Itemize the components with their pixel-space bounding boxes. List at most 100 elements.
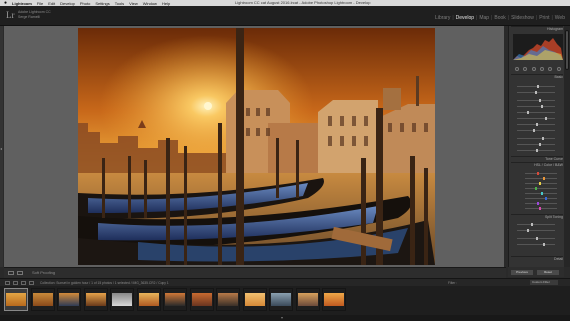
graduated-filter-icon[interactable] bbox=[540, 66, 545, 71]
filmstrip-thumbnail[interactable] bbox=[242, 288, 267, 311]
thumbnail-image bbox=[218, 293, 238, 306]
expand-left-panel-icon[interactable]: ◂ bbox=[0, 146, 2, 151]
identity-bar: Lr Adobe Lightroom CC Serge Ramelli Libr… bbox=[0, 6, 570, 26]
lightroom-logo: Lr bbox=[6, 10, 15, 20]
forward-arrow-icon[interactable] bbox=[29, 281, 34, 285]
slider-highlights-hue[interactable] bbox=[517, 223, 555, 226]
slider-whites[interactable] bbox=[517, 123, 555, 126]
crop-tool-icon[interactable] bbox=[515, 66, 520, 71]
previous-button[interactable]: Previous bbox=[511, 270, 533, 275]
slider-vibrance[interactable] bbox=[517, 143, 555, 146]
bottom-edge: ▾ bbox=[0, 315, 570, 321]
slider-highlights-sat[interactable] bbox=[517, 229, 555, 232]
slider-tint[interactable] bbox=[517, 91, 555, 94]
panel-header-basic[interactable]: Basic bbox=[511, 74, 563, 79]
thumbnail-image bbox=[59, 293, 79, 306]
filmstrip-thumbnail[interactable] bbox=[4, 288, 28, 311]
grid-view-icon[interactable] bbox=[13, 281, 18, 285]
menu-edit[interactable]: Edit bbox=[48, 1, 55, 6]
left-panel-collapsed[interactable]: ◂ bbox=[0, 26, 3, 267]
filmstrip-thumbnail[interactable] bbox=[136, 288, 161, 311]
menu-tools[interactable]: Tools bbox=[115, 1, 124, 6]
identity-line-2: Serge Ramelli bbox=[18, 15, 40, 19]
panel-header-tone-curve[interactable]: Tone Curve bbox=[511, 156, 563, 161]
reset-button[interactable]: Reset bbox=[537, 270, 559, 275]
menu-settings[interactable]: Settings bbox=[95, 1, 109, 6]
menu-app-name[interactable]: Lightroom bbox=[12, 1, 32, 6]
adjustment-brush-icon[interactable] bbox=[556, 66, 561, 71]
thumbnail-image bbox=[85, 293, 106, 306]
loupe-view-icon[interactable] bbox=[8, 271, 14, 275]
filmstrip-thumbnail[interactable] bbox=[57, 288, 81, 311]
module-book[interactable]: Book bbox=[494, 15, 505, 21]
slider-clarity[interactable] bbox=[517, 137, 555, 140]
module-map[interactable]: Map bbox=[479, 15, 489, 21]
before-after-icon[interactable] bbox=[17, 271, 23, 275]
source-breadcrumb[interactable]: Collection: Sunset in golden hour / 1 of… bbox=[40, 281, 169, 285]
menu-window[interactable]: Window bbox=[143, 1, 157, 6]
panel-header-histogram[interactable]: Histogram bbox=[511, 26, 563, 31]
radial-filter-icon[interactable] bbox=[548, 66, 553, 71]
slider-shadows-hue[interactable] bbox=[517, 243, 555, 246]
module-web[interactable]: Web bbox=[555, 15, 565, 21]
panel-header-detail[interactable]: Detail bbox=[511, 256, 563, 261]
module-slideshow[interactable]: Slideshow bbox=[511, 15, 534, 21]
histogram[interactable] bbox=[513, 34, 563, 60]
secondary-display-icon[interactable] bbox=[5, 281, 10, 285]
thumbnail-image bbox=[324, 293, 344, 306]
filmstrip-thumbnail[interactable] bbox=[83, 288, 108, 311]
tool-strip bbox=[513, 66, 563, 71]
filmstrip-thumbnail[interactable] bbox=[216, 288, 240, 311]
module-library[interactable]: Library bbox=[435, 15, 450, 21]
filter-dropdown[interactable]: Custom Filter bbox=[530, 280, 558, 285]
slider-saturation[interactable] bbox=[517, 149, 555, 152]
filmstrip-thumbnail[interactable] bbox=[322, 288, 346, 311]
main-photo[interactable] bbox=[78, 28, 435, 265]
thumbnail-image bbox=[165, 293, 185, 306]
filter-label: Filter : bbox=[448, 281, 458, 285]
slider-shadows[interactable] bbox=[517, 117, 555, 120]
red-eye-icon[interactable] bbox=[531, 66, 536, 71]
thumbnail-image bbox=[32, 293, 53, 306]
menu-view[interactable]: View bbox=[129, 1, 138, 6]
window-title: Lightroom CC cat August 2016.lrcat - Ado… bbox=[235, 0, 371, 5]
slider-highlights[interactable] bbox=[517, 111, 555, 114]
slider-balance[interactable] bbox=[517, 237, 555, 240]
filmstrip[interactable] bbox=[0, 286, 570, 315]
filmstrip-thumbnail[interactable] bbox=[163, 288, 187, 311]
thumbnail-image bbox=[244, 293, 265, 306]
thumbnail-image bbox=[271, 293, 291, 306]
filmstrip-thumbnail[interactable] bbox=[295, 288, 320, 311]
filmstrip-thumbnail[interactable] bbox=[30, 288, 55, 311]
filmstrip-thumbnail[interactable] bbox=[110, 288, 134, 311]
collapse-filmstrip-icon[interactable]: ▾ bbox=[281, 315, 283, 320]
slider-blacks[interactable] bbox=[517, 129, 555, 132]
develop-toolbar: Soft Proofing bbox=[4, 267, 506, 278]
filmstrip-thumbnail[interactable] bbox=[189, 288, 214, 311]
module-print[interactable]: Print bbox=[539, 15, 549, 21]
menu-photo[interactable]: Photo bbox=[80, 1, 90, 6]
module-picker: Library | Develop | Map | Book | Slidesh… bbox=[435, 15, 565, 21]
menu-help[interactable]: Help bbox=[162, 1, 170, 6]
soft-proofing-toggle[interactable]: Soft Proofing bbox=[32, 270, 55, 275]
slider-temp[interactable] bbox=[517, 85, 555, 88]
slider-exposure[interactable] bbox=[517, 99, 555, 102]
menu-develop[interactable]: Develop bbox=[60, 1, 75, 6]
right-panel: Histogram Basic Tone Curve HSL / Color /… bbox=[508, 26, 565, 267]
thumbnail-image bbox=[138, 293, 159, 306]
slider-contrast[interactable] bbox=[517, 105, 555, 108]
thumbnail-image bbox=[191, 293, 212, 306]
spot-removal-icon[interactable] bbox=[523, 66, 528, 71]
filmstrip-thumbnail[interactable] bbox=[269, 288, 293, 311]
panel-header-split-toning[interactable]: Split Toning bbox=[511, 214, 563, 219]
thumbnail-image bbox=[297, 293, 318, 306]
menu-file[interactable]: File bbox=[37, 1, 43, 6]
identity-plate: Adobe Lightroom CC Serge Ramelli bbox=[18, 10, 51, 20]
thumbnail-image bbox=[6, 293, 26, 306]
panel-header-hsl[interactable]: HSL / Color / B&W bbox=[511, 162, 563, 167]
thumbnail-image bbox=[112, 293, 132, 306]
back-arrow-icon[interactable] bbox=[21, 281, 26, 285]
hsl-sliders bbox=[515, 172, 559, 212]
module-develop[interactable]: Develop bbox=[456, 15, 474, 21]
right-panel-scrollbar[interactable] bbox=[564, 26, 570, 267]
